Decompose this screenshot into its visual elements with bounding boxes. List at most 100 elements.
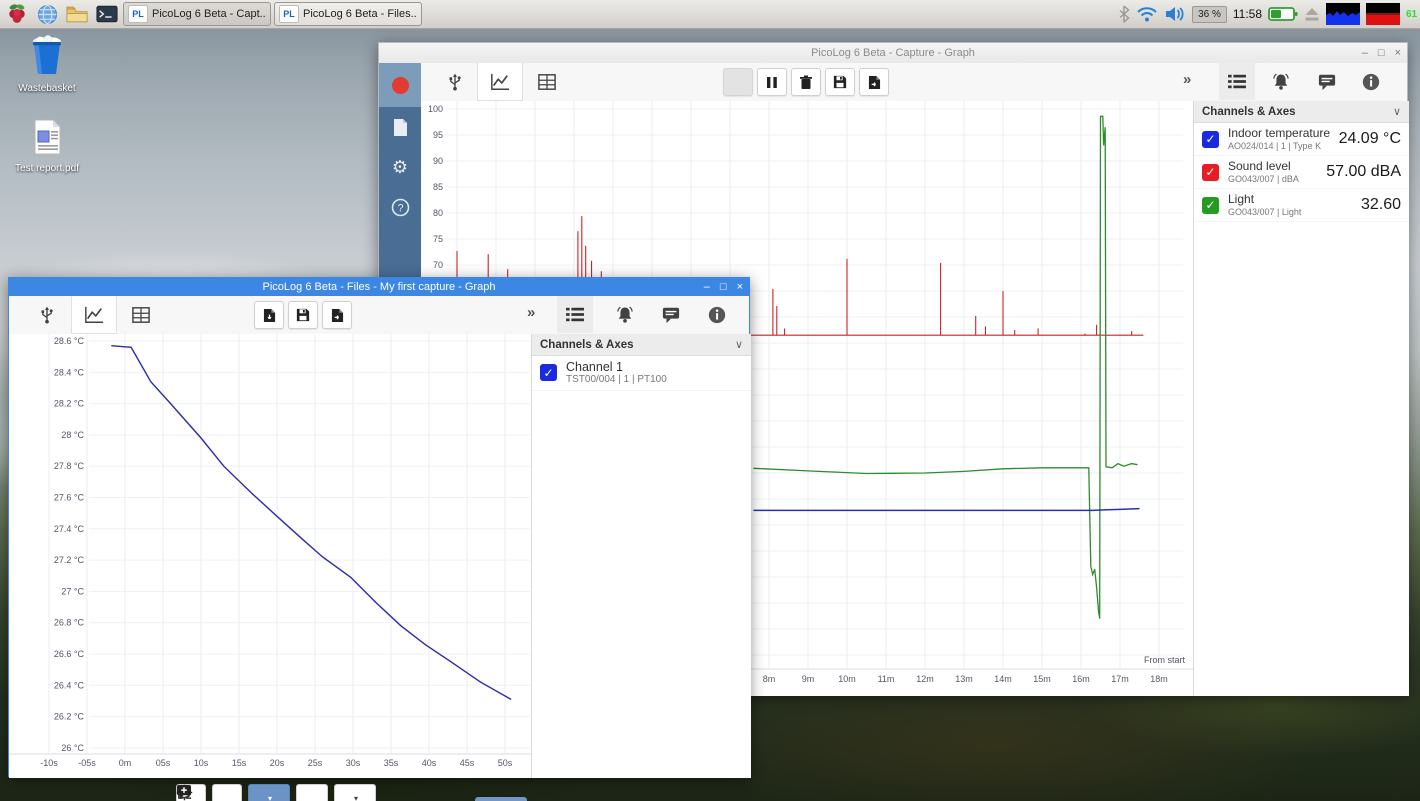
crosshair-button[interactable]	[296, 784, 328, 801]
web-browser-button[interactable]	[34, 2, 60, 26]
export-button[interactable]	[322, 301, 352, 329]
battery-icon[interactable]	[1268, 6, 1298, 22]
axis-tick-label: 50s	[498, 758, 513, 768]
open-file-button[interactable]	[254, 301, 284, 329]
eject-icon[interactable]	[1304, 7, 1320, 22]
chevron-more-icon[interactable]: »	[527, 304, 535, 321]
channel-name: Indoor temperature	[1228, 127, 1330, 141]
bluetooth-icon[interactable]	[1118, 5, 1130, 23]
gear-icon: ⚙	[392, 157, 408, 178]
taskbar-task-capture[interactable]: PL PicoLog 6 Beta - Capt...	[123, 2, 271, 26]
pan-mode-button-active[interactable]: ▾	[248, 784, 290, 801]
taskbar-task-files[interactable]: PL PicoLog 6 Beta - Files...	[274, 2, 422, 26]
record-button[interactable]	[379, 63, 421, 107]
capture-titlebar[interactable]: PicoLog 6 Beta - Capture - Graph – □ ×	[379, 43, 1407, 64]
clock[interactable]: 11:58	[1233, 7, 1262, 21]
settings-button[interactable]: ⚙	[379, 147, 421, 187]
channel-value: 57.00 dBA	[1326, 163, 1401, 181]
volume-icon[interactable]	[1164, 5, 1186, 23]
series-indoor-temperature	[753, 509, 1139, 511]
delete-capture-button[interactable]	[791, 68, 821, 96]
pause-button[interactable]	[757, 68, 787, 96]
task-label: PicoLog 6 Beta - Files...	[303, 8, 417, 20]
cpu-history-monitor[interactable]	[1326, 3, 1360, 25]
terminal-button[interactable]	[94, 2, 120, 26]
devices-tab[interactable]	[441, 68, 469, 96]
channels-panel-tab-active[interactable]	[557, 296, 593, 333]
channel-row-sound-level[interactable]: ✓ Sound level GO043/007 | dBA 57.00 dBA	[1194, 156, 1409, 189]
new-capture-button[interactable]	[379, 107, 421, 147]
table-tab[interactable]	[533, 68, 561, 96]
undo-button[interactable]	[212, 784, 242, 801]
from-start-button[interactable]: From start	[475, 797, 527, 801]
export-button[interactable]	[859, 68, 889, 96]
annotation-button[interactable]: ▾	[334, 784, 376, 801]
channel-checkbox[interactable]: ✓	[1202, 197, 1219, 214]
applications-menu-button[interactable]	[4, 2, 30, 26]
save-button[interactable]	[825, 68, 855, 96]
axis-tick-label: 27.8 °C	[54, 461, 85, 471]
desktop-icon-wastebasket[interactable]: Wastebasket	[2, 34, 92, 94]
chevron-more-icon[interactable]: »	[1183, 71, 1191, 88]
alarms-tab[interactable]	[611, 301, 639, 329]
minimize-icon[interactable]: –	[1362, 48, 1368, 59]
axis-tick-label: 40s	[422, 758, 437, 768]
axis-tick-label: 28.4 °C	[54, 367, 85, 377]
channel-checkbox[interactable]: ✓	[1202, 164, 1219, 181]
caret-down-icon: ▾	[268, 794, 272, 801]
notes-tab[interactable]	[1313, 68, 1341, 96]
close-icon[interactable]: ×	[737, 282, 743, 293]
axis-tick-label: 27 °C	[61, 586, 84, 596]
temperature-monitor[interactable]	[1366, 3, 1400, 25]
axis-tick-label: 45s	[460, 758, 475, 768]
wifi-icon[interactable]	[1136, 6, 1158, 23]
info-tab[interactable]	[1357, 68, 1385, 96]
channel-checkbox[interactable]: ✓	[540, 364, 557, 381]
axis-tick-label: 28 °C	[61, 430, 84, 440]
maximize-icon[interactable]: □	[720, 282, 727, 293]
channels-axes-header[interactable]: Channels & Axes ∨	[1194, 101, 1409, 123]
taskbar: PL PicoLog 6 Beta - Capt... PL PicoLog 6…	[0, 0, 1420, 29]
maximize-icon[interactable]: □	[1378, 48, 1385, 59]
axis-tick-label: 27.2 °C	[54, 555, 85, 565]
channel-name: Channel 1	[566, 360, 667, 374]
minimize-icon[interactable]: –	[704, 282, 710, 293]
info-icon	[1361, 72, 1381, 92]
devices-tab[interactable]	[33, 301, 61, 329]
channels-panel-tab-active[interactable]	[1219, 63, 1255, 100]
file-icon	[392, 118, 409, 137]
axis-tick-label: 100	[428, 104, 443, 114]
svg-text:?: ?	[397, 202, 403, 214]
file-manager-button[interactable]	[64, 2, 90, 26]
channels-axes-title: Channels & Axes	[1202, 106, 1296, 118]
axis-tick-label: 26.2 °C	[54, 712, 85, 722]
capture-toolbar: »	[421, 63, 1407, 102]
channels-axes-header[interactable]: Channels & Axes ∨	[532, 334, 751, 356]
info-icon	[707, 305, 727, 325]
pdf-document-icon	[30, 118, 64, 156]
info-tab[interactable]	[703, 301, 731, 329]
stop-button[interactable]	[723, 68, 753, 96]
channel-checkbox[interactable]: ✓	[1202, 131, 1219, 148]
channel-row-channel-1[interactable]: ✓ Channel 1 TST00/004 | 1 | PT100	[532, 356, 751, 391]
files-graph-area[interactable]: 28.6 °C28.4 °C28.2 °C28 °C27.8 °C27.6 °C…	[9, 334, 531, 778]
axis-tick-label: 90	[433, 156, 443, 166]
close-icon[interactable]: ×	[1395, 48, 1401, 59]
graph-icon	[83, 305, 105, 325]
graph-tab-active[interactable]	[71, 296, 117, 334]
files-titlebar[interactable]: PicoLog 6 Beta - Files - My first captur…	[9, 278, 749, 296]
graph-tab-active[interactable]	[477, 63, 523, 101]
help-button[interactable]: ?	[379, 187, 421, 227]
notes-tab[interactable]	[657, 301, 685, 329]
desktop-icon-test-report[interactable]: Test report.pdf	[2, 118, 92, 174]
axis-tick-label: -10s	[40, 758, 58, 768]
cpu-usage-monitor[interactable]: 36 %	[1192, 6, 1227, 23]
channel-row-light[interactable]: ✓ Light GO043/007 | Light 32.60	[1194, 189, 1409, 222]
table-icon	[131, 306, 151, 324]
table-tab[interactable]	[127, 301, 155, 329]
alarms-tab[interactable]	[1267, 68, 1295, 96]
axis-tick-label: 16m	[1072, 674, 1090, 684]
axis-tick-label: 75	[433, 234, 443, 244]
channel-row-indoor-temperature[interactable]: ✓ Indoor temperature AO024/014 | 1 | Typ…	[1194, 123, 1409, 156]
save-button[interactable]	[288, 301, 318, 329]
